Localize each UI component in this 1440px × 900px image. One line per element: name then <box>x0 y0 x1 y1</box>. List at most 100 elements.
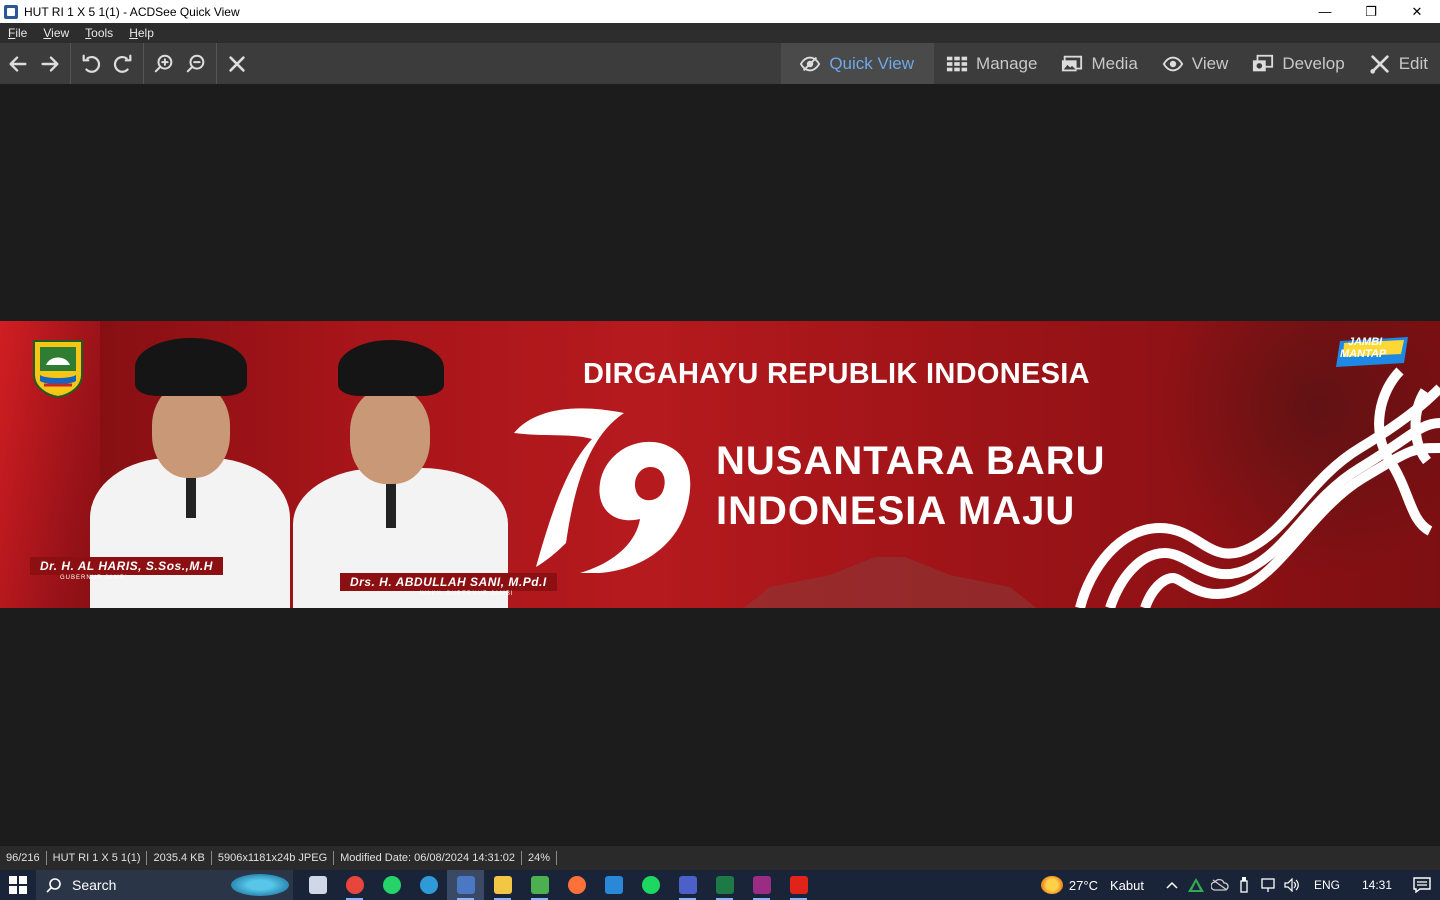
firefox-icon <box>567 876 586 894</box>
taskbar-app-spotify[interactable] <box>632 870 669 900</box>
taskbar-app-corel[interactable] <box>521 870 558 900</box>
develop-icon <box>1253 54 1274 71</box>
acdsee-app-icon <box>4 4 18 19</box>
tab-quick-view-label: Quick View <box>829 53 915 73</box>
language-indicator[interactable]: ENG <box>1304 878 1350 892</box>
taskbar-app-task-view[interactable] <box>299 870 336 900</box>
tab-media[interactable]: Media <box>1049 43 1149 84</box>
status-filename: HUT RI 1 X 5 1(1) <box>47 851 148 865</box>
tab-view-label: View <box>1191 53 1229 73</box>
back-arrow-icon[interactable] <box>2 43 34 84</box>
close-icon[interactable] <box>221 43 253 84</box>
menu-help-accel: H <box>129 26 138 40</box>
weather-icon <box>1040 876 1063 894</box>
taskbar-app-excel[interactable] <box>706 870 743 900</box>
governor-face <box>152 383 230 478</box>
menu-view-label: iew <box>51 26 70 40</box>
mail-icon <box>604 876 623 894</box>
network-icon[interactable] <box>1256 870 1280 900</box>
taskbar-app-file-explorer[interactable] <box>484 870 521 900</box>
weather-description: Kabut <box>1109 877 1144 893</box>
tab-develop-label: Develop <box>1282 53 1345 73</box>
menu-view-accel: V <box>43 26 52 40</box>
vice-governor-cap <box>338 340 444 396</box>
status-position: 96/216 <box>0 851 47 865</box>
zoom-out-icon[interactable] <box>180 43 212 84</box>
restore-button[interactable]: ❐ <box>1348 0 1394 23</box>
system-tray: 27°C Kabut ENG 14:31 <box>1040 870 1440 900</box>
taskbar-app-acdsee[interactable] <box>447 870 484 900</box>
file-explorer-icon <box>493 876 512 894</box>
photos-icon <box>1062 55 1083 71</box>
taskbar-apps <box>299 870 817 900</box>
app-icon <box>678 876 697 894</box>
taskbar-app-winrar[interactable] <box>743 870 780 900</box>
close-window-button[interactable]: ✕ <box>1394 0 1440 23</box>
taskbar-app-mail[interactable] <box>595 870 632 900</box>
governor-name: Dr. H. AL HARIS, S.Sos.,M.H <box>30 557 223 575</box>
tab-manage[interactable]: Manage <box>934 43 1049 84</box>
search-highlight-image <box>231 874 289 896</box>
status-zoom: 24% <box>522 851 558 865</box>
minimize-button[interactable]: — <box>1302 0 1348 23</box>
zoom-in-icon[interactable] <box>148 43 180 84</box>
usb-icon[interactable] <box>1232 870 1256 900</box>
window-title: HUT RI 1 X 5 1(1) - ACDSee Quick View <box>24 4 240 19</box>
start-button[interactable] <box>0 870 36 900</box>
task-view-icon <box>308 876 327 894</box>
menu-help-label: elp <box>137 26 154 40</box>
grid-icon <box>946 56 968 71</box>
menu-view[interactable]: View <box>35 26 77 40</box>
menu-tools[interactable]: Tools <box>77 26 121 40</box>
status-modified-date: Modified Date: 06/08/2024 14:31:02 <box>334 851 523 865</box>
vice-governor-tie <box>386 478 396 528</box>
jambi-province-logo <box>33 340 83 399</box>
slogan-line-1: NUSANTARA BARU <box>716 439 1106 483</box>
vice-governor-face <box>350 388 430 484</box>
weather-temperature: 27°C <box>1068 877 1098 893</box>
taskbar-app-firefox[interactable] <box>558 870 595 900</box>
governor-title: GUBERNUR JAMBI <box>60 575 128 581</box>
jambi-logo-text-2: MANTAP <box>1340 348 1387 360</box>
tab-develop[interactable]: Develop <box>1240 43 1356 84</box>
edit-tools-icon <box>1370 54 1389 74</box>
taskbar-app-app[interactable] <box>669 870 706 900</box>
tab-manage-label: Manage <box>976 53 1038 73</box>
banner-headline: DIRGAHAYU REPUBLIK INDONESIA <box>583 358 1090 390</box>
chevron-up-icon[interactable] <box>1160 870 1184 900</box>
clock[interactable]: 14:31 <box>1350 878 1404 892</box>
rotate-right-icon[interactable] <box>107 43 139 84</box>
tab-edit[interactable]: Edit <box>1357 43 1440 84</box>
menu-file[interactable]: File <box>0 26 35 40</box>
rotate-left-icon[interactable] <box>75 43 107 84</box>
banner-image: Dr. H. AL HARIS, S.Sos.,M.H GUBERNUR JAM… <box>0 321 1440 608</box>
notification-icon[interactable] <box>1404 877 1440 893</box>
drive-icon[interactable] <box>1184 870 1208 900</box>
whatsapp-icon <box>382 876 401 894</box>
menu-tools-label: ools <box>91 26 114 40</box>
taskbar-search[interactable]: Search <box>36 870 293 900</box>
taskbar-app-chrome[interactable] <box>336 870 373 900</box>
tab-view[interactable]: View <box>1150 43 1241 84</box>
tab-media-label: Media <box>1091 53 1138 73</box>
taskbar-app-whatsapp[interactable] <box>373 870 410 900</box>
tab-quick-view[interactable]: Quick View <box>781 43 935 84</box>
spotify-icon <box>641 876 660 894</box>
tab-edit-label: Edit <box>1398 53 1428 73</box>
image-viewer[interactable]: Dr. H. AL HARIS, S.Sos.,M.H GUBERNUR JAM… <box>0 84 1440 846</box>
governor-cap <box>135 338 247 396</box>
forward-arrow-icon[interactable] <box>34 43 66 84</box>
taskbar-app-edge[interactable] <box>410 870 447 900</box>
volume-icon[interactable] <box>1280 870 1304 900</box>
taskbar-app-acrobat[interactable] <box>780 870 817 900</box>
menu-help[interactable]: Help <box>121 26 162 40</box>
weather-widget[interactable]: 27°C Kabut <box>1040 876 1160 894</box>
menu-bar: File View Tools Help <box>0 23 1440 43</box>
status-dimensions: 5906x1181x24b JPEG <box>212 851 335 865</box>
excel-icon <box>715 876 734 894</box>
title-bar: HUT RI 1 X 5 1(1) - ACDSee Quick View — … <box>0 0 1440 23</box>
cloud-icon[interactable] <box>1208 870 1232 900</box>
acdsee-icon <box>456 876 475 894</box>
hut-ri-79-logo <box>514 408 691 573</box>
winrar-icon <box>752 876 771 894</box>
